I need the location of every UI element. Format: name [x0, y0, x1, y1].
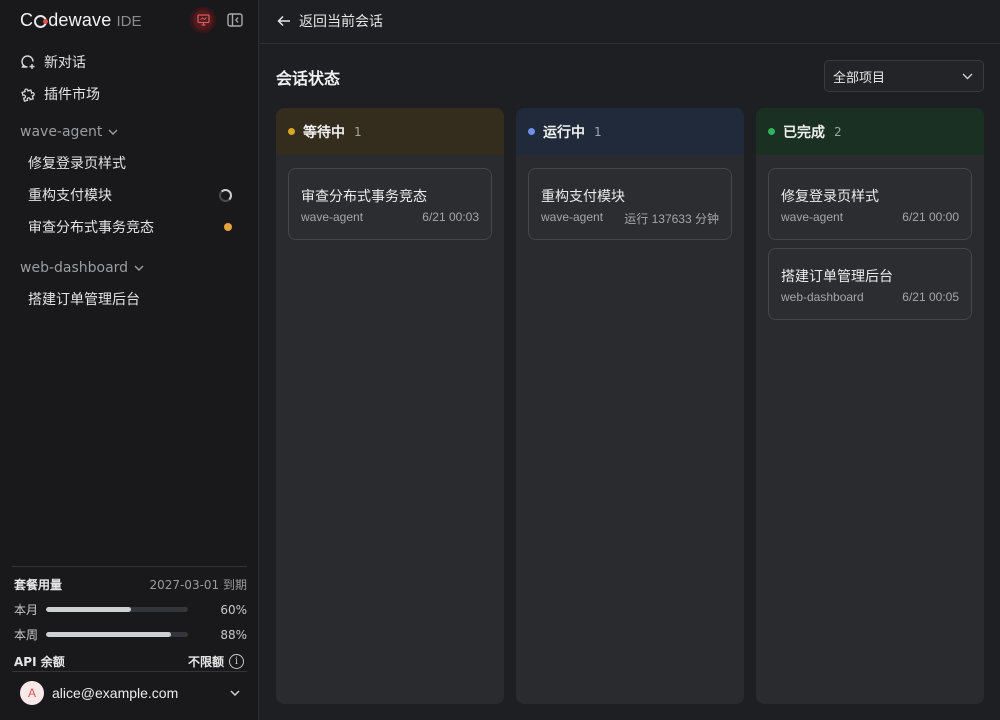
api-balance-row: API 余额 不限额 i: [12, 653, 247, 670]
brand-suffix: IDE: [116, 13, 142, 30]
user-email: alice@example.com: [52, 685, 179, 701]
usage-percent: 88%: [220, 627, 247, 642]
usage-row-label: 本月: [14, 603, 39, 617]
back-label: 返回当前会话: [299, 14, 383, 30]
column-running: 运行中 1 重构支付模块 wave-agent 运行 137633 分钟: [516, 108, 744, 704]
usage-percent: 60%: [220, 602, 247, 617]
column-title: 已完成: [783, 124, 825, 141]
card-info: 6/21 00:05: [902, 290, 959, 304]
divider: [12, 671, 247, 672]
session-card[interactable]: 审查分布式事务竞态 wave-agent 6/21 00:03: [288, 168, 492, 240]
project-group-web-dashboard[interactable]: web-dashboard: [20, 260, 144, 276]
top-bar: 返回当前会话: [260, 0, 1000, 44]
project-group-wave-agent[interactable]: wave-agent: [20, 124, 118, 140]
card-title: 审查分布式事务竞态: [301, 189, 427, 205]
session-item[interactable]: 审查分布式事务竞态: [28, 216, 238, 238]
project-filter-select[interactable]: 全部项目: [824, 60, 984, 92]
card-info: 6/21 00:03: [422, 210, 479, 224]
project-filter-value: 全部项目: [833, 70, 886, 86]
new-chat-button[interactable]: 新对话: [20, 51, 86, 73]
usage-row-month: 本月 60%: [12, 601, 247, 618]
column-header: 等待中 1: [276, 108, 504, 155]
puzzle-icon: [20, 86, 36, 102]
monitor-button[interactable]: [193, 10, 213, 30]
card-project: wave-agent: [781, 210, 844, 224]
collapse-sidebar-button[interactable]: [225, 10, 245, 30]
app-logo[interactable]: Cdewave IDE: [20, 10, 141, 32]
sidebar-collapse-icon: [227, 13, 243, 27]
usage-row-week: 本周 88%: [12, 626, 247, 643]
chevron-down-icon: [108, 129, 118, 135]
monitor-icon: [196, 14, 210, 26]
usage-progress-fill: [46, 607, 132, 612]
session-label: 审查分布式事务竞态: [28, 220, 154, 236]
column-title: 等待中: [303, 124, 345, 141]
column-done: 已完成 2 修复登录页样式 wave-agent 6/21 00:00 搭建订单…: [756, 108, 984, 704]
card-title: 修复登录页样式: [781, 189, 879, 205]
loading-spinner-icon: [219, 188, 232, 202]
column-header: 运行中 1: [516, 108, 744, 155]
info-icon[interactable]: i: [229, 654, 244, 669]
avatar: A: [20, 681, 44, 705]
plugin-market-button[interactable]: 插件市场: [20, 83, 100, 105]
column-count: 2: [834, 124, 842, 139]
account-menu[interactable]: A alice@example.com: [20, 681, 240, 705]
usage-progress-bar: [46, 632, 188, 637]
chevron-down-icon: [962, 73, 973, 79]
brand-name-end: dewave: [48, 10, 112, 30]
column-header: 已完成 2: [756, 108, 984, 155]
back-to-session-button[interactable]: 返回当前会话: [277, 11, 383, 31]
column-count: 1: [354, 124, 362, 139]
session-item[interactable]: 搭建订单管理后台: [28, 288, 238, 310]
arrow-left-icon: [277, 15, 290, 27]
session-item[interactable]: 重构支付模块: [28, 184, 238, 206]
usage-progress-fill: [46, 632, 171, 637]
new-chat-icon: [20, 54, 36, 70]
new-chat-label: 新对话: [44, 55, 86, 71]
card-project: web-dashboard: [781, 290, 864, 304]
page-title: 会话状态: [276, 69, 341, 88]
column-waiting: 等待中 1 审查分布式事务竞态 wave-agent 6/21 00:03: [276, 108, 504, 704]
plugin-market-label: 插件市场: [44, 87, 100, 103]
card-title: 重构支付模块: [541, 189, 625, 205]
session-label: 修复登录页样式: [28, 156, 126, 172]
logo-o-mark: [34, 15, 49, 28]
card-project: wave-agent: [541, 210, 604, 224]
session-card[interactable]: 重构支付模块 wave-agent 运行 137633 分钟: [528, 168, 732, 240]
session-item[interactable]: 修复登录页样式: [28, 152, 238, 174]
usage-progress-bar: [46, 607, 188, 612]
project-group-name: wave-agent: [20, 124, 103, 140]
usage-panel: 套餐用量 2027-03-01 到期 本月 60% 本周 88% API 余额 …: [12, 566, 247, 670]
usage-row-label: 本周: [14, 628, 39, 642]
usage-expiry: 2027-03-01 到期: [149, 578, 247, 592]
sidebar: Cdewave IDE 新对话 插件市场 wave-agent 修复登录页样式 …: [0, 0, 259, 720]
column-title: 运行中: [543, 124, 585, 141]
chevron-down-icon: [230, 690, 240, 696]
brand-name: Cdewave: [20, 10, 111, 31]
session-card[interactable]: 修复登录页样式 wave-agent 6/21 00:00: [768, 168, 972, 240]
waiting-status-dot: [224, 223, 232, 231]
session-label: 搭建订单管理后台: [28, 292, 140, 308]
status-dot: [288, 128, 295, 135]
card-info: 6/21 00:00: [902, 210, 959, 224]
card-info: 运行 137633 分钟: [624, 212, 719, 226]
card-title: 搭建订单管理后台: [781, 269, 893, 285]
brand-name-start: C: [20, 10, 34, 30]
status-dot: [528, 128, 535, 135]
api-balance-value: 不限额: [187, 655, 224, 669]
project-group-name: web-dashboard: [20, 260, 129, 276]
session-label: 重构支付模块: [28, 188, 112, 204]
api-balance-label: API 余额: [14, 655, 65, 669]
chevron-down-icon: [134, 265, 144, 271]
usage-title: 套餐用量: [14, 578, 63, 592]
session-card[interactable]: 搭建订单管理后台 web-dashboard 6/21 00:05: [768, 248, 972, 320]
status-dot: [768, 128, 775, 135]
column-count: 1: [594, 124, 602, 139]
card-project: wave-agent: [301, 210, 364, 224]
